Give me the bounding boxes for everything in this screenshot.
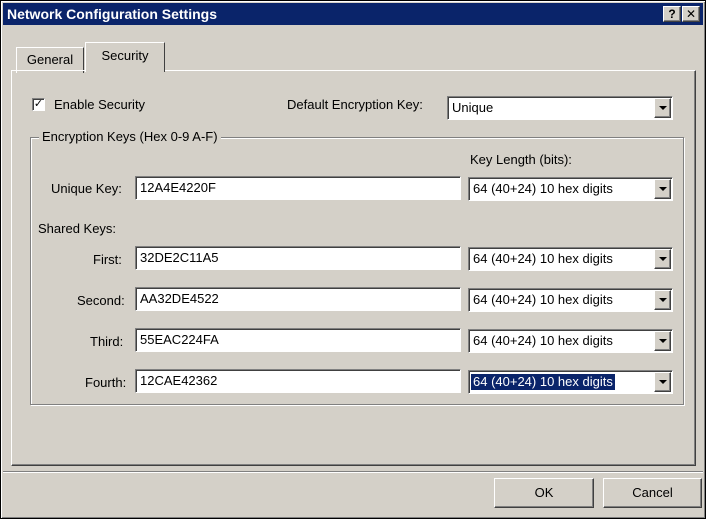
default-key-label: Default Encryption Key: [287,97,423,112]
window-title: Network Configuration Settings [7,6,217,22]
third-key-length-select[interactable]: 64 (40+24) 10 hex digits [468,329,673,353]
encryption-keys-legend: Encryption Keys (Hex 0-9 A-F) [39,129,221,145]
dropdown-button[interactable] [654,249,671,269]
dropdown-button[interactable] [654,331,671,351]
check-icon: ✓ [33,98,44,110]
fourth-key-input[interactable]: 12CAE42362 [135,369,461,393]
first-key-length-select[interactable]: 64 (40+24) 10 hex digits [468,247,673,271]
enable-security-checkbox[interactable]: ✓ [32,98,45,111]
unique-key-length-value: 64 (40+24) 10 hex digits [473,181,613,196]
second-key-label: Second: [77,293,125,308]
third-key-input[interactable]: 55EAC224FA [135,328,461,352]
ok-button[interactable]: OK [494,478,594,508]
shared-keys-label: Shared Keys: [38,221,117,236]
close-button[interactable]: ✕ [682,6,700,22]
first-key-input[interactable]: 32DE2C11A5 [135,246,461,270]
cancel-button[interactable]: Cancel [603,478,702,508]
chevron-down-icon [659,380,667,384]
third-key-length-value: 64 (40+24) 10 hex digits [473,333,613,348]
second-key-length-select[interactable]: 64 (40+24) 10 hex digits [468,288,673,312]
chevron-down-icon [659,298,667,302]
dropdown-button[interactable] [654,98,671,118]
divider [3,471,703,473]
help-button[interactable]: ? [663,6,681,22]
chevron-down-icon [659,339,667,343]
second-key-input[interactable]: AA32DE4522 [135,287,461,311]
dropdown-button[interactable] [654,290,671,310]
chevron-down-icon [659,187,667,191]
second-key-length-value: 64 (40+24) 10 hex digits [473,292,613,307]
dropdown-button[interactable] [654,372,671,392]
unique-key-input[interactable]: 12A4E4220F [135,176,461,200]
default-key-value: Unique [452,100,494,115]
fourth-key-length-select[interactable]: 64 (40+24) 10 hex digits [468,370,673,394]
default-key-select[interactable]: Unique [447,96,673,120]
third-key-label: Third: [90,334,124,349]
close-icon: ✕ [685,7,697,21]
tab-security[interactable]: Security [85,42,165,72]
title-bar[interactable]: Network Configuration Settings ? ✕ [3,3,703,25]
key-length-header: Key Length (bits): [470,152,572,167]
unique-key-label: Unique Key: [51,181,122,196]
unique-key-length-select[interactable]: 64 (40+24) 10 hex digits [468,177,673,201]
dialog-window: Network Configuration Settings ? ✕ Gener… [0,0,706,519]
first-key-length-value: 64 (40+24) 10 hex digits [473,251,613,266]
fourth-key-length-value: 64 (40+24) 10 hex digits [470,373,616,391]
fourth-key-label: Fourth: [85,375,127,390]
chevron-down-icon [659,106,667,110]
dropdown-button[interactable] [654,179,671,199]
first-key-label: First: [93,252,122,267]
enable-security-label[interactable]: Enable Security [54,97,145,113]
chevron-down-icon [659,257,667,261]
